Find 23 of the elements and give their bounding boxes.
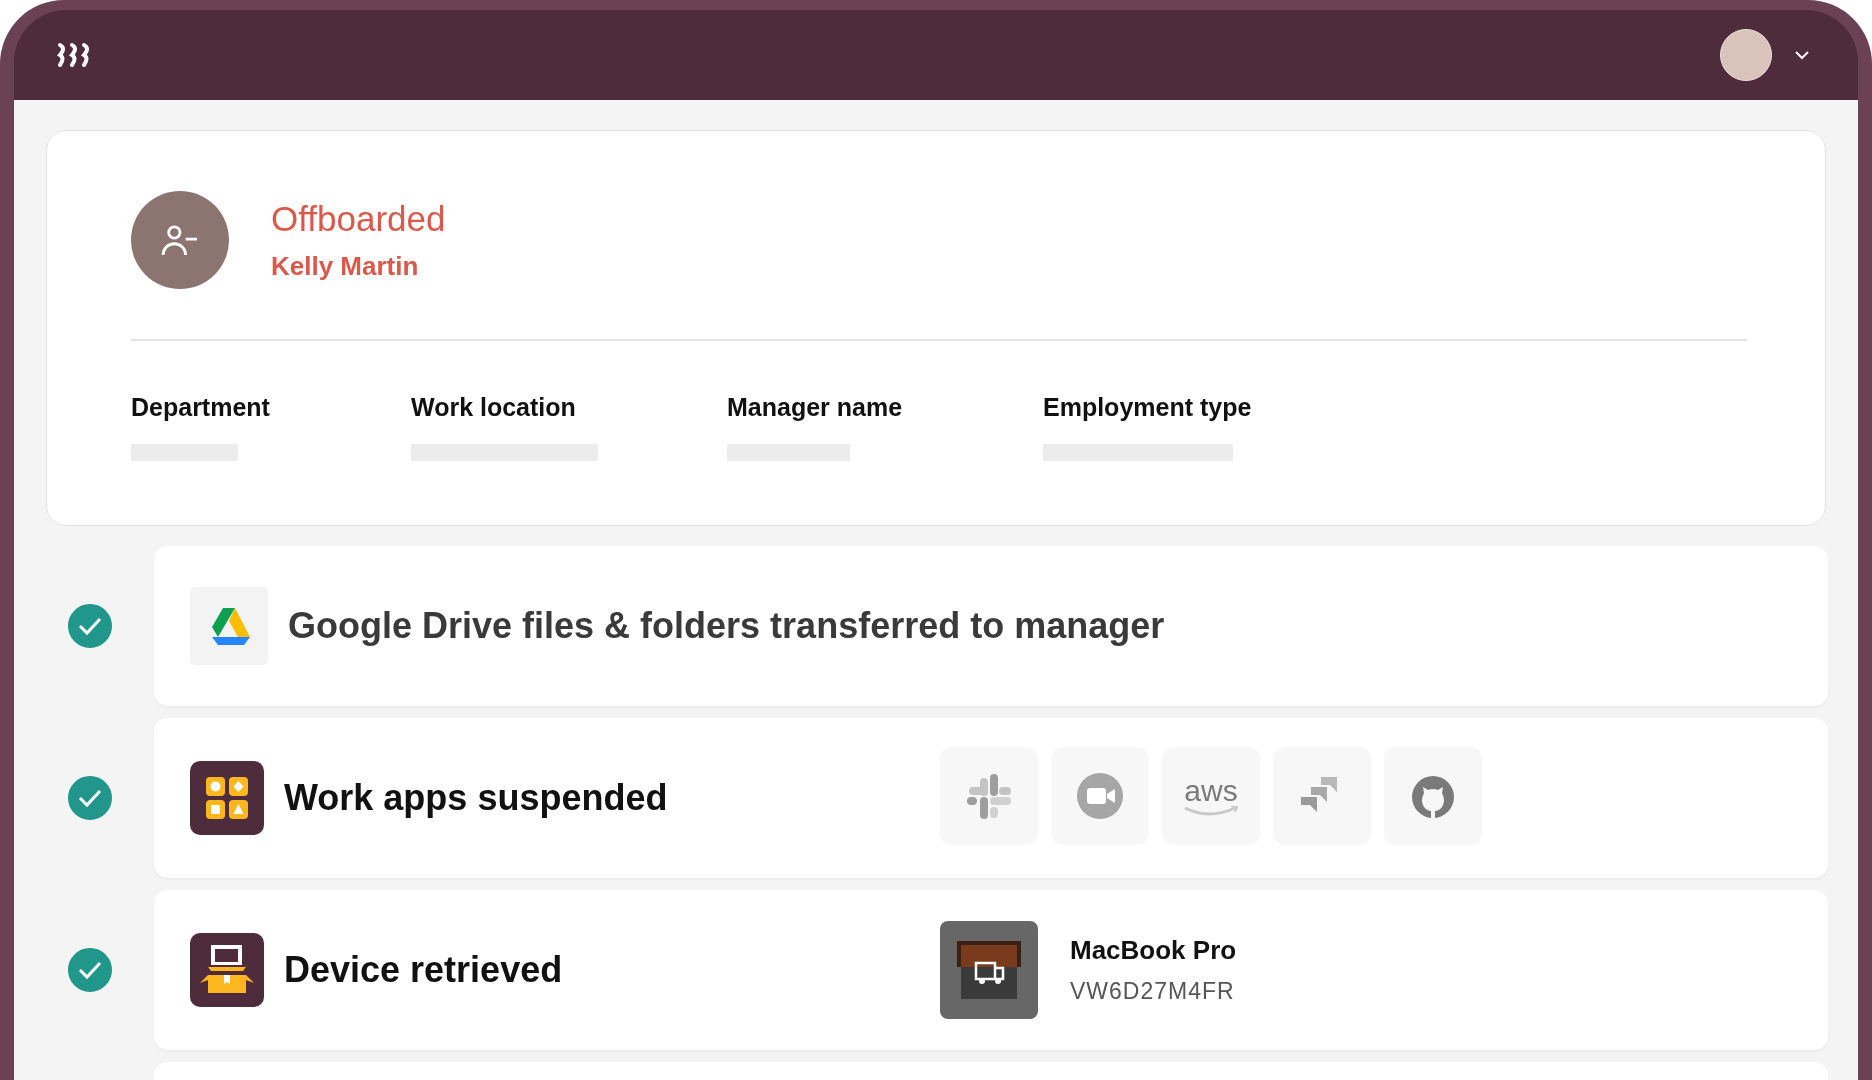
laptop-truck-icon xyxy=(940,921,1038,1019)
field-label: Employment type xyxy=(1043,393,1253,422)
device-name: MacBook Pro xyxy=(1070,935,1237,966)
stacked-arrows-icon xyxy=(1273,747,1371,845)
drive-icon xyxy=(190,587,268,665)
task-title: Work apps suspended xyxy=(284,777,668,819)
apps-grid-icon xyxy=(190,761,264,835)
status-title: Offboarded xyxy=(271,198,446,239)
task-title: Device retrieved xyxy=(284,949,563,991)
avatar-placeholder[interactable] xyxy=(1720,29,1772,81)
chevron-down-icon[interactable] xyxy=(1794,50,1810,60)
laptop-box-icon xyxy=(190,933,264,1007)
serial-number: VW6D27M4FR xyxy=(1070,978,1236,1005)
field-label: Manager name xyxy=(727,393,904,422)
cat-silhouette-icon xyxy=(1384,747,1482,845)
app-tile-icon xyxy=(940,747,1038,845)
aws-logo: aws xyxy=(1162,747,1260,845)
person-remove-icon xyxy=(161,224,199,256)
task-title: Google Drive files & folders transferred to manager xyxy=(288,605,1165,647)
employee-name: Kelly Martin xyxy=(271,250,420,282)
field-label: Work location xyxy=(411,393,577,422)
field-label: Department xyxy=(131,393,271,422)
video-camera-icon xyxy=(1051,747,1149,845)
